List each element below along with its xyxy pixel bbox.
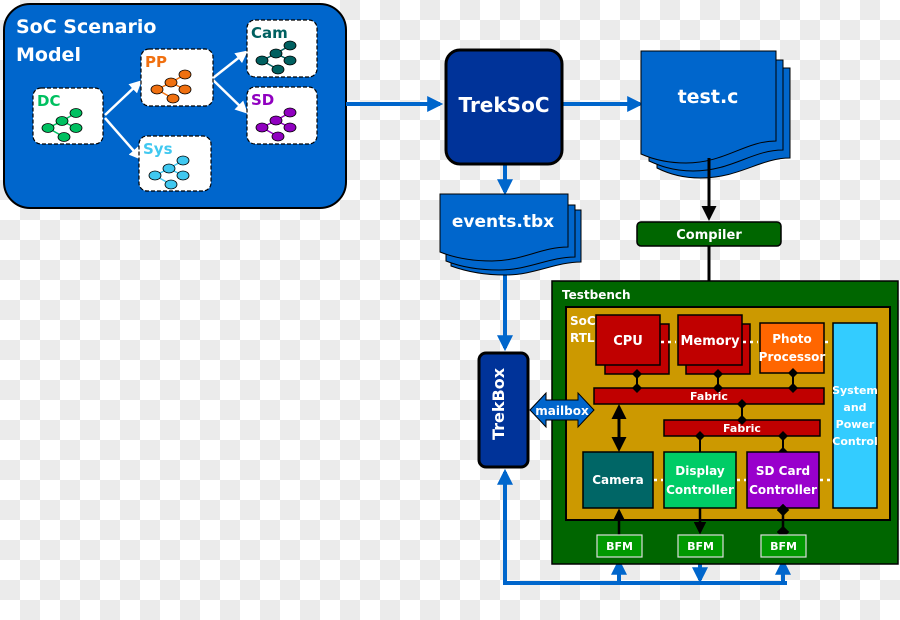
system-power-label-line1: System	[832, 384, 878, 397]
display-controller-label-line1: Display	[675, 464, 725, 478]
sd-card-controller-label-line2: Controller	[749, 483, 817, 497]
trekbox-label: TrekBox	[489, 367, 508, 440]
photo-processor-block	[759, 322, 825, 374]
scenario-node-sd: SD	[246, 86, 318, 145]
photo-processor-label-line1: Photo	[772, 332, 812, 346]
bfm-label: BFM	[770, 540, 797, 553]
compiler-box: Compiler	[636, 221, 782, 247]
system-power-label-line2: and	[843, 401, 866, 414]
scenario-node-label: DC	[37, 92, 60, 110]
trekbox-block: TrekBox	[477, 351, 530, 469]
events-tbx-document: events.tbx	[439, 193, 582, 276]
treksoc-label: TrekSoC	[459, 93, 550, 117]
treksoc-box: TrekSoC	[444, 48, 564, 166]
fabric-top-label: Fabric	[690, 390, 728, 403]
bfm-block-3: BFM	[760, 534, 807, 558]
scenario-model-title-line1: SoC Scenario	[16, 16, 156, 38]
test-c-document: test.c	[640, 50, 791, 179]
sd-card-controller-block	[746, 451, 820, 509]
bfm-block-1: BFM	[596, 534, 643, 558]
display-controller-label-line2: Controller	[666, 483, 734, 497]
scenario-node-label: Cam	[251, 24, 288, 42]
cpu-label: CPU	[613, 334, 643, 349]
sd-card-controller-label-line1: SD Card	[756, 464, 810, 478]
bfm-label: BFM	[606, 540, 633, 553]
soc-rtl-label-line2: RTL	[570, 331, 595, 345]
testbench-label: Testbench	[562, 288, 631, 302]
scenario-node-label: Sys	[143, 140, 173, 158]
fabric-bottom-label: Fabric	[723, 422, 761, 435]
scenario-model-title-line2: Model	[16, 44, 81, 66]
memory-label: Memory	[680, 334, 740, 349]
scenario-node-pp: PP	[140, 48, 214, 107]
display-controller-block	[663, 451, 737, 509]
system-power-label-line4: Control	[832, 435, 877, 448]
events-tbx-label: events.tbx	[452, 212, 554, 232]
scenario-node-label: SD	[251, 91, 274, 109]
bfm-label: BFM	[687, 540, 714, 553]
scenario-node-sys: Sys	[138, 135, 212, 192]
testbench-panel: Testbench SoC RTL CPU Memory Photo Proce…	[551, 280, 899, 565]
camera-label: Camera	[592, 473, 644, 487]
soc-flow-diagram: SoC Scenario Model DCPPSysCamSD TrekSoC …	[3, 3, 899, 585]
scenario-model-panel: SoC Scenario Model DC PP Sys Cam SD	[3, 3, 347, 209]
photo-processor-label-line2: Processor	[759, 350, 826, 364]
scenario-node-cam: Cam	[246, 19, 318, 78]
system-power-control-block	[832, 322, 878, 509]
soc-rtl-label-line1: SoC	[570, 314, 596, 328]
compiler-label: Compiler	[676, 228, 742, 243]
scenario-node-label: PP	[145, 53, 167, 71]
mailbox-label: mailbox	[535, 404, 589, 418]
bfm-block-2: BFM	[677, 534, 724, 558]
system-power-label-line3: Power	[836, 418, 875, 431]
test-c-label: test.c	[678, 86, 739, 108]
scenario-node-dc: DC	[32, 87, 104, 145]
